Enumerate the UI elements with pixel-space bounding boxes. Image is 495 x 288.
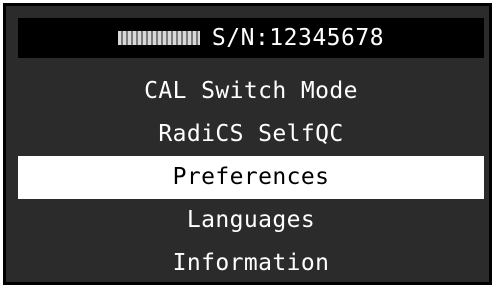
serial-number: S/N:12345678 bbox=[211, 25, 385, 51]
model-name-icon bbox=[117, 31, 200, 45]
menu-item-radics-selfqc[interactable]: RadiCS SelfQC bbox=[18, 113, 484, 156]
header-bar: S/N:12345678 bbox=[18, 18, 484, 58]
menu-item-languages[interactable]: Languages bbox=[18, 199, 484, 242]
osd-menu-window: S/N:12345678 CAL Switch Mode RadiCS Self… bbox=[3, 3, 492, 285]
menu-item-cal-switch-mode[interactable]: CAL Switch Mode bbox=[18, 70, 484, 113]
menu-item-preferences[interactable]: Preferences bbox=[18, 156, 484, 199]
menu-item-information[interactable]: Information bbox=[18, 242, 484, 282]
main-menu: CAL Switch Mode RadiCS SelfQC Preference… bbox=[18, 70, 484, 282]
